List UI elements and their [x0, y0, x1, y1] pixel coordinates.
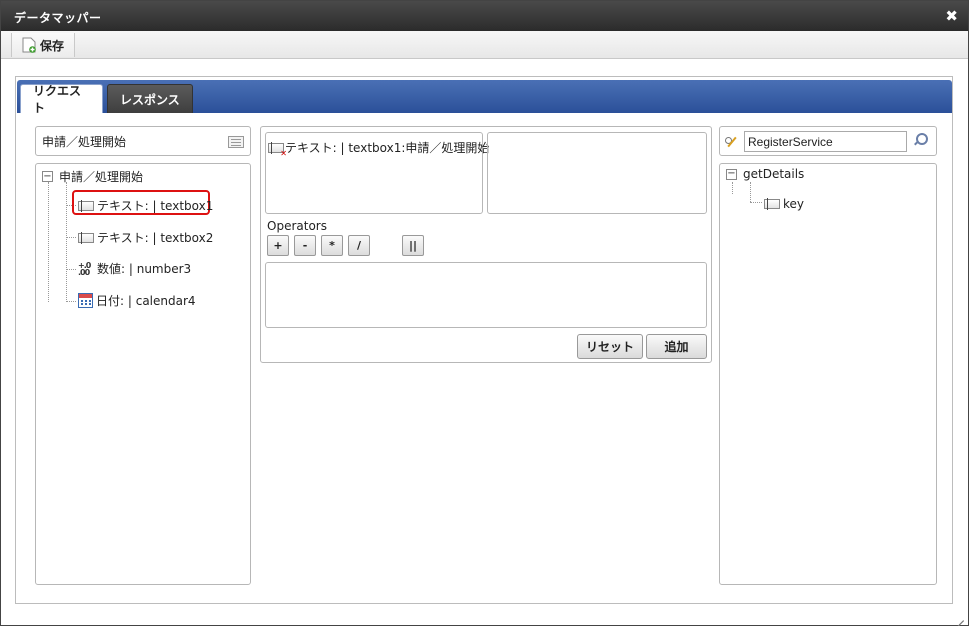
close-icon[interactable]: ✖: [945, 7, 958, 25]
toolbar: 保存: [1, 31, 968, 59]
tree-connector: [750, 202, 762, 203]
source-form-title-text: 申請／処理開始: [42, 134, 127, 149]
tree-item-number3[interactable]: +.0.00 数値: | number3: [78, 260, 191, 277]
resize-handle-icon[interactable]: [954, 611, 964, 621]
tree-item-textbox2[interactable]: テキスト: | textbox2: [78, 229, 213, 246]
mapping-panel: リクエスト レスポンス 申請／処理開始 − 申請／処理開始 テキスト: | te…: [15, 76, 953, 604]
tree-connector: [66, 269, 76, 270]
number-icon: +.0.00: [78, 260, 91, 277]
source-tree: − 申請／処理開始 テキスト: | textbox1 テキスト: | textb…: [35, 163, 251, 585]
tree-item-label: テキスト: | textbox1: [97, 199, 214, 213]
target-tree: − getDetails key: [719, 163, 937, 585]
tree-root-getdetails[interactable]: − getDetails: [726, 167, 804, 181]
reset-button[interactable]: リセット: [577, 334, 643, 359]
dialog-title: データマッパー: [14, 11, 102, 25]
title-bar[interactable]: データマッパー ✖: [1, 1, 968, 31]
save-button[interactable]: 保存: [11, 33, 76, 57]
operator-concat-button[interactable]: ||: [402, 235, 424, 256]
operator-divide-button[interactable]: /: [348, 235, 370, 256]
source-field-label: テキスト: | textbox1:申請／処理開始: [285, 141, 490, 155]
service-input[interactable]: [744, 131, 907, 152]
target-field-box[interactable]: [487, 132, 707, 214]
calendar-icon: [78, 293, 93, 308]
tree-item-label: 日付: | calendar4: [96, 294, 196, 308]
tab-request[interactable]: リクエスト: [20, 84, 103, 115]
collapse-icon[interactable]: −: [726, 168, 737, 180]
tree-connector: [66, 237, 76, 238]
tree-item-textbox1[interactable]: テキスト: | textbox1: [78, 197, 213, 214]
tree-item-label: テキスト: | textbox2: [97, 231, 214, 245]
tree-connector: [48, 182, 49, 302]
tree-connector: [750, 182, 751, 202]
tree-connector: [66, 182, 67, 302]
collapse-icon[interactable]: −: [42, 171, 53, 182]
textbox-icon: [78, 231, 94, 244]
tree-root[interactable]: − 申請／処理開始: [42, 168, 143, 185]
tree-connector: [66, 301, 76, 302]
work-area: リクエスト レスポンス 申請／処理開始 − 申請／処理開始 テキスト: | te…: [1, 59, 968, 625]
tree-item-key[interactable]: key: [764, 197, 804, 211]
operator-multiply-button[interactable]: *: [321, 235, 343, 256]
source-field-box[interactable]: テキスト: | textbox1:申請／処理開始: [265, 132, 489, 214]
save-document-icon: [22, 37, 36, 53]
service-selector: [719, 126, 937, 156]
tab-bar: リクエスト レスポンス: [17, 80, 952, 115]
expression-panel: テキスト: | textbox1:申請／処理開始 Operators + - *…: [260, 126, 712, 363]
form-card-icon[interactable]: [228, 136, 244, 148]
expression-area[interactable]: [265, 262, 707, 328]
data-mapper-dialog: データマッパー ✖ 保存 リクエスト レスポンス 申請／処理開始 − 申請／処理…: [0, 0, 969, 626]
source-form-title: 申請／処理開始: [35, 126, 251, 156]
textbox-icon: [764, 198, 780, 210]
save-label: 保存: [40, 38, 65, 53]
operator-minus-button[interactable]: -: [294, 235, 316, 256]
textbox-remove-icon[interactable]: [268, 141, 287, 158]
tree-item-label: 数値: | number3: [97, 262, 192, 276]
edit-icon[interactable]: [725, 136, 739, 148]
source-field-item[interactable]: テキスト: | textbox1:申請／処理開始: [268, 139, 490, 158]
tree-item-calendar4[interactable]: 日付: | calendar4: [78, 292, 196, 309]
operator-plus-button[interactable]: +: [267, 235, 289, 256]
tree-root-label: getDetails: [743, 167, 805, 181]
textbox-icon: [78, 199, 94, 212]
tree-root-label: 申請／処理開始: [59, 170, 144, 184]
tree-connector: [732, 182, 733, 194]
tree-item-label: key: [783, 197, 805, 211]
add-button[interactable]: 追加: [646, 334, 707, 359]
tab-response[interactable]: レスポンス: [107, 84, 193, 113]
search-icon[interactable]: [913, 133, 928, 147]
operators-label: Operators: [267, 219, 327, 233]
